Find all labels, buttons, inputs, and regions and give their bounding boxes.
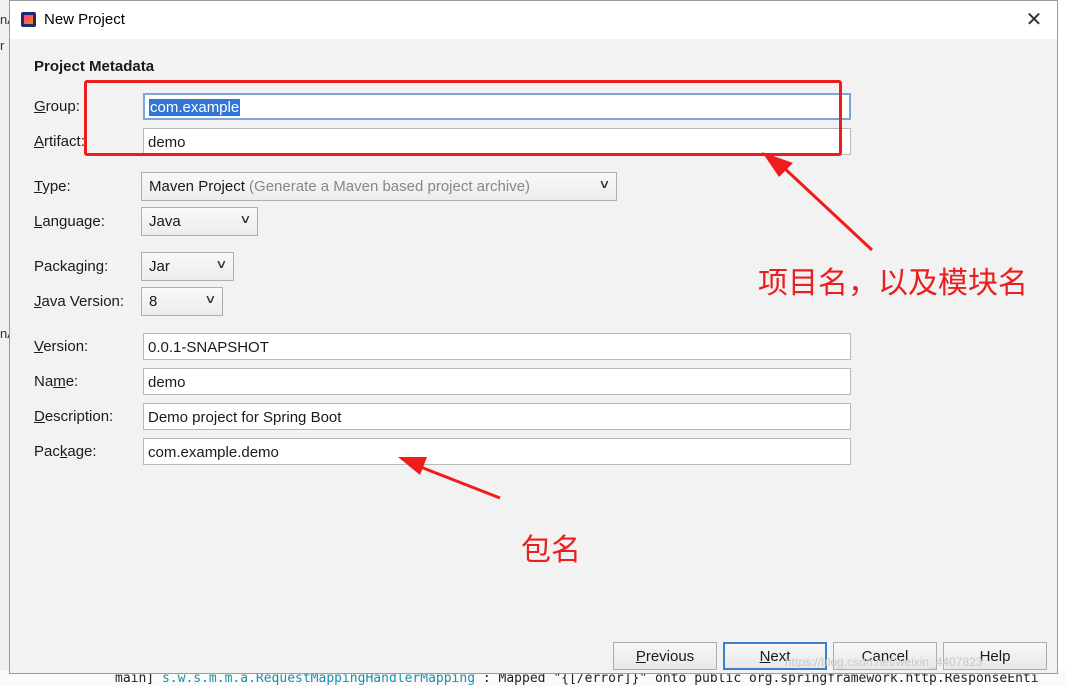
annotation-package-note: 包名: [521, 533, 581, 568]
annotation-arrows: [398, 152, 874, 500]
csdn-watermark: https://blog.csdn.net/weixin_4407823: [785, 655, 983, 669]
annotation-project-name-note: 项目名，以及模块名: [758, 266, 1028, 301]
